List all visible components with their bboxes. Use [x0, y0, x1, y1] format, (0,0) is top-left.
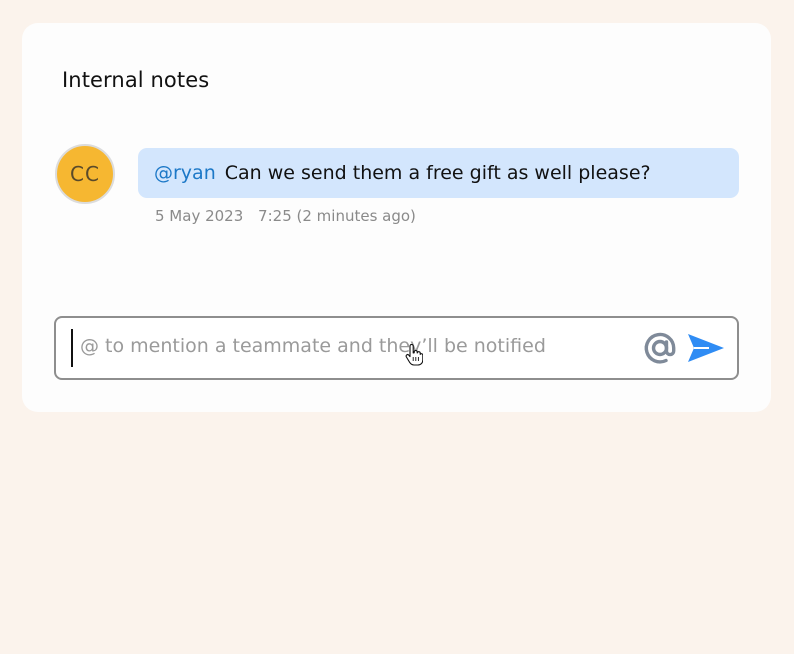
avatar-initials: CC — [70, 162, 100, 186]
note-timestamp: 5 May 2023 7:25 (2 minutes ago) — [155, 207, 416, 225]
send-icon — [688, 334, 724, 362]
at-sign-icon — [644, 332, 676, 364]
note-input[interactable]: @ to mention a teammate and they’ll be n… — [54, 316, 739, 380]
text-caret — [71, 329, 73, 367]
note-input-placeholder: @ to mention a teammate and they’ll be n… — [80, 335, 546, 357]
note-date: 5 May 2023 — [155, 207, 244, 225]
internal-notes-panel: Internal notes CC @ryan Can we send them… — [22, 23, 771, 412]
hand-pointer-icon — [405, 344, 423, 366]
avatar: CC — [55, 144, 115, 204]
panel-title: Internal notes — [62, 68, 210, 92]
note-time: 7:25 (2 minutes ago) — [258, 207, 416, 225]
note-text: Can we send them a free gift as well ple… — [224, 162, 651, 184]
note-bubble: @ryan Can we send them a free gift as we… — [138, 148, 739, 198]
mention-button[interactable] — [641, 329, 679, 367]
mention-tag[interactable]: @ryan — [154, 162, 216, 184]
send-button[interactable] — [686, 329, 726, 367]
